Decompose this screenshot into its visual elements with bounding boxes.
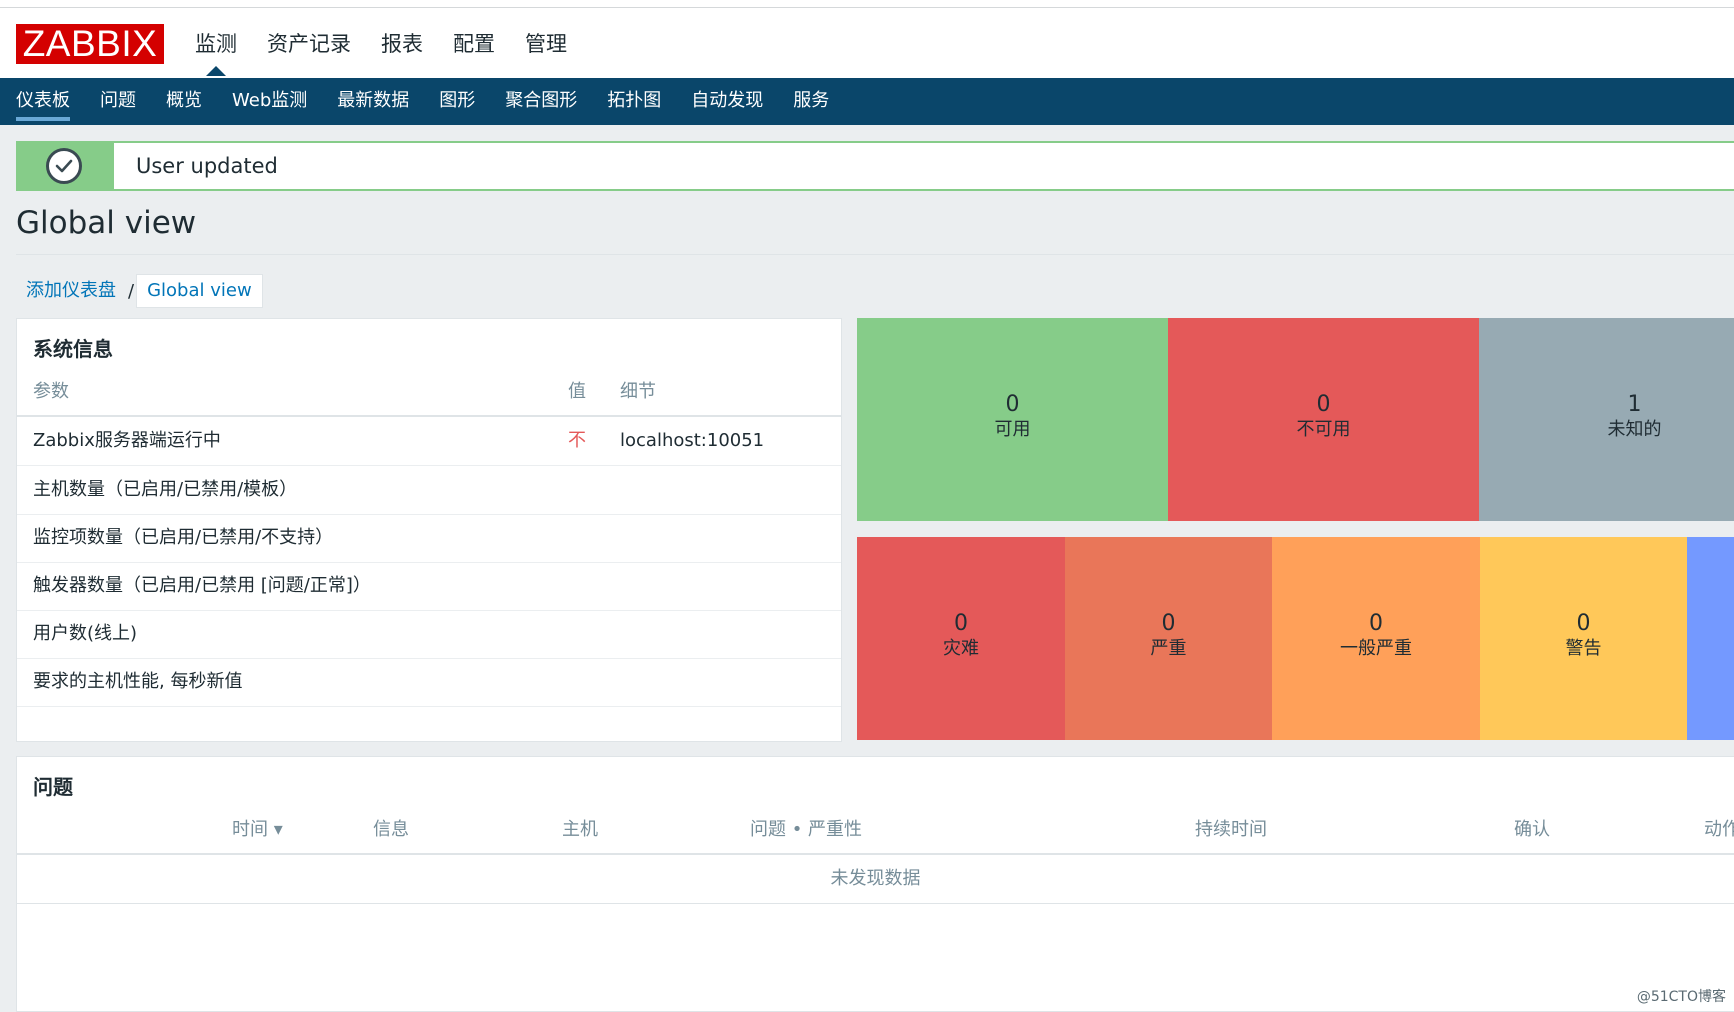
success-message: User updated bbox=[16, 141, 1734, 191]
availability-available-tile[interactable]: 0 可用 bbox=[857, 318, 1168, 521]
problems-title: 问题 bbox=[33, 775, 73, 799]
column-param: 参数 bbox=[33, 381, 69, 402]
sub-menu-latest-data[interactable]: 最新数据 bbox=[322, 78, 424, 125]
watermark: @51CTO博客 bbox=[1636, 989, 1726, 1005]
severity-information-tile[interactable] bbox=[1687, 537, 1734, 740]
sub-menu-overview[interactable]: 概览 bbox=[151, 78, 217, 125]
host-availability-widget: 0 可用 0 不可用 1 未知的 bbox=[857, 318, 1734, 521]
problems-by-severity-widget: 0 灾难 0 严重 0 一般严重 0 警告 bbox=[857, 537, 1734, 740]
table-row: 要求的主机性能, 每秒新值 bbox=[17, 658, 841, 707]
main-menu-configuration[interactable]: 配置 bbox=[438, 26, 510, 76]
breadcrumb-add-dashboard[interactable]: 添加仪表盘 bbox=[16, 275, 126, 307]
sub-menu-screens[interactable]: 聚合图形 bbox=[490, 78, 592, 125]
severity-count: 0 bbox=[1161, 611, 1176, 636]
page-title: Global view bbox=[16, 205, 197, 241]
severity-high-tile[interactable]: 0 严重 bbox=[1065, 537, 1272, 740]
problems-widget: 问题 时间 ▾ 信息 主机 问题 • 严重性 持续时间 确认 动作 未发现数据 bbox=[16, 756, 1734, 1012]
column-info: 信息 bbox=[373, 819, 409, 840]
table-row: 主机数量（已启用/已禁用/模板） bbox=[17, 466, 841, 515]
severity-label: 一般严重 bbox=[1340, 638, 1412, 659]
severity-label: 严重 bbox=[1150, 638, 1187, 659]
availability-label: 未知的 bbox=[1607, 419, 1662, 440]
problems-no-data: 未发现数据 bbox=[17, 855, 1734, 904]
table-row: 用户数(线上) bbox=[17, 610, 841, 659]
breadcrumb: 添加仪表盘 / Global view bbox=[16, 274, 263, 308]
title-divider bbox=[16, 254, 1734, 255]
row-param: 要求的主机性能, 每秒新值 bbox=[33, 671, 243, 692]
availability-unavailable-tile[interactable]: 0 不可用 bbox=[1168, 318, 1479, 521]
check-circle-icon bbox=[46, 148, 82, 184]
sub-menu-services[interactable]: 服务 bbox=[778, 78, 844, 125]
availability-label: 不可用 bbox=[1296, 419, 1351, 440]
success-message-text: User updated bbox=[136, 154, 278, 178]
sub-menu-graphs[interactable]: 图形 bbox=[424, 78, 490, 125]
severity-warning-tile[interactable]: 0 警告 bbox=[1480, 537, 1687, 740]
sub-menu-problems[interactable]: 问题 bbox=[85, 78, 151, 125]
column-problem-severity: 问题 • 严重性 bbox=[750, 819, 863, 840]
main-menu-monitoring[interactable]: 监测 bbox=[180, 26, 252, 76]
availability-label: 可用 bbox=[994, 419, 1031, 440]
breadcrumb-separator: / bbox=[128, 280, 135, 302]
column-host: 主机 bbox=[562, 819, 598, 840]
column-ack: 确认 bbox=[1514, 819, 1550, 840]
severity-count: 0 bbox=[1576, 611, 1591, 636]
sub-menu-maps[interactable]: 拓扑图 bbox=[592, 78, 676, 125]
severity-average-tile[interactable]: 0 一般严重 bbox=[1272, 537, 1480, 740]
sub-menu-web[interactable]: Web监测 bbox=[217, 78, 322, 125]
column-value: 值 bbox=[568, 381, 586, 402]
severity-label: 灾难 bbox=[943, 638, 979, 659]
top-border bbox=[0, 0, 1734, 8]
table-row: 监控项数量（已启用/已禁用/不支持） bbox=[17, 514, 841, 563]
sub-menu-dashboard[interactable]: 仪表板 bbox=[0, 78, 85, 125]
main-menu: 监测 资产记录 报表 配置 管理 bbox=[180, 26, 582, 76]
availability-count: 1 bbox=[1627, 392, 1642, 417]
problems-header: 时间 ▾ 信息 主机 问题 • 严重性 持续时间 确认 动作 bbox=[17, 807, 1734, 855]
sub-menu-discovery[interactable]: 自动发现 bbox=[676, 78, 778, 125]
system-info-header: 参数 值 细节 bbox=[17, 369, 841, 417]
severity-disaster-tile[interactable]: 0 灾难 bbox=[857, 537, 1065, 740]
severity-count: 0 bbox=[1369, 611, 1383, 636]
column-time[interactable]: 时间 ▾ bbox=[232, 807, 283, 853]
zabbix-logo[interactable]: ZABBIX bbox=[16, 24, 164, 64]
main-menu-reports[interactable]: 报表 bbox=[366, 26, 438, 76]
main-menu-inventory[interactable]: 资产记录 bbox=[252, 26, 366, 76]
row-param: 触发器数量（已启用/已禁用 [问题/正常]） bbox=[33, 575, 371, 596]
row-details: localhost:10051 bbox=[620, 430, 765, 451]
success-icon-box bbox=[18, 143, 114, 189]
row-value: 不 bbox=[568, 430, 586, 451]
availability-count: 0 bbox=[1005, 392, 1020, 417]
system-info-title: 系统信息 bbox=[33, 337, 113, 361]
table-row: 触发器数量（已启用/已禁用 [问题/正常]） bbox=[17, 562, 841, 611]
header: ZABBIX 监测 资产记录 报表 配置 管理 bbox=[0, 8, 1734, 78]
severity-label: 警告 bbox=[1565, 638, 1602, 659]
column-details: 细节 bbox=[620, 381, 656, 402]
row-param: 监控项数量（已启用/已禁用/不支持） bbox=[33, 527, 334, 548]
availability-unknown-tile[interactable]: 1 未知的 bbox=[1479, 318, 1734, 521]
system-info-widget: 系统信息 参数 值 细节 Zabbix服务器端运行中 不 localhost:1… bbox=[16, 318, 842, 742]
breadcrumb-current[interactable]: Global view bbox=[136, 274, 263, 308]
severity-count: 0 bbox=[954, 611, 968, 636]
row-param: 用户数(线上) bbox=[33, 623, 138, 644]
main-menu-administration[interactable]: 管理 bbox=[510, 26, 582, 76]
column-duration: 持续时间 bbox=[1195, 819, 1267, 840]
row-param: 主机数量（已启用/已禁用/模板） bbox=[33, 479, 298, 500]
row-param: Zabbix服务器端运行中 bbox=[33, 430, 221, 451]
sub-menu: 仪表板 问题 概览 Web监测 最新数据 图形 聚合图形 拓扑图 自动发现 服务 bbox=[0, 78, 1734, 125]
availability-count: 0 bbox=[1316, 392, 1331, 417]
column-actions: 动作 bbox=[1704, 819, 1734, 840]
table-row: Zabbix服务器端运行中 不 localhost:10051 bbox=[17, 417, 841, 466]
